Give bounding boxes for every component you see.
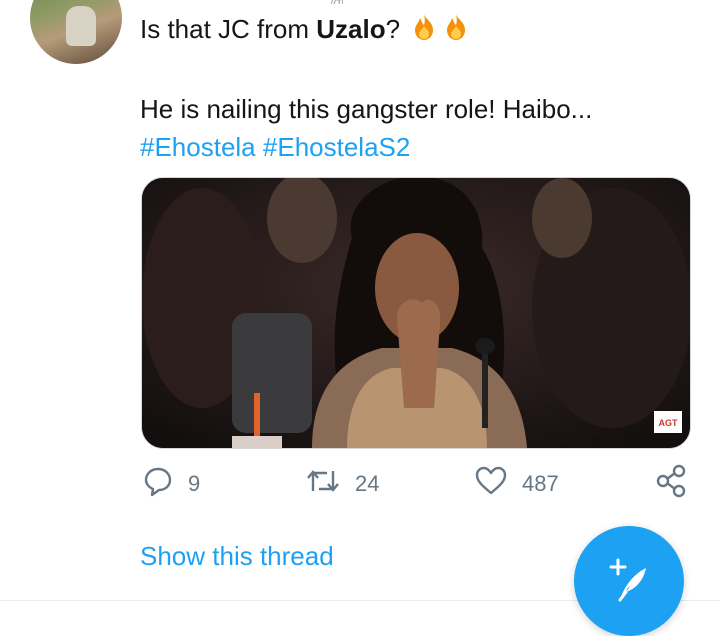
tweet-line-2: He is nailing this gangster role! Haibo.… bbox=[140, 94, 593, 124]
hashtag-link[interactable]: #EhostelaS2 bbox=[263, 132, 410, 162]
tweet-hashtags: #Ehostela #EhostelaS2 bbox=[140, 128, 700, 166]
share-button[interactable] bbox=[654, 462, 688, 506]
reply-button[interactable]: 9 bbox=[142, 462, 200, 506]
tweet-media-gif[interactable]: AGT bbox=[141, 177, 691, 449]
share-icon bbox=[654, 464, 688, 504]
media-scene: AGT bbox=[142, 178, 690, 448]
media-watermark: AGT bbox=[659, 418, 679, 428]
tweet-actions: 9 24 487 bbox=[0, 462, 720, 506]
tweet-text-bold: Uzalo bbox=[316, 14, 386, 44]
user-avatar[interactable] bbox=[30, 0, 122, 64]
retweet-button[interactable]: 24 bbox=[305, 462, 379, 506]
retweet-count: 24 bbox=[355, 471, 380, 496]
like-icon bbox=[474, 465, 508, 503]
like-button[interactable]: 487 bbox=[474, 462, 559, 506]
tweet-text-prefix: Is that JC from bbox=[140, 14, 317, 44]
fire-emoji-icon bbox=[441, 12, 471, 52]
reply-count: 9 bbox=[188, 471, 201, 496]
user-handle[interactable]: @ bbox=[330, 0, 440, 4]
avatar-figure bbox=[66, 6, 96, 46]
fire-emoji-icon bbox=[409, 12, 439, 52]
tweet-text: Is that JC from Uzalo? He is nailing thi… bbox=[140, 10, 700, 166]
tweet-text-suffix: ? bbox=[385, 14, 401, 44]
compose-tweet-button[interactable] bbox=[574, 526, 684, 636]
tweet-line-1: Is that JC from Uzalo? bbox=[140, 10, 700, 52]
hashtag-link[interactable]: #Ehostela bbox=[140, 132, 256, 162]
reply-icon bbox=[142, 465, 174, 503]
show-thread-link[interactable]: Show this thread bbox=[140, 541, 334, 572]
retweet-icon bbox=[305, 465, 341, 503]
like-count: 487 bbox=[522, 471, 559, 496]
